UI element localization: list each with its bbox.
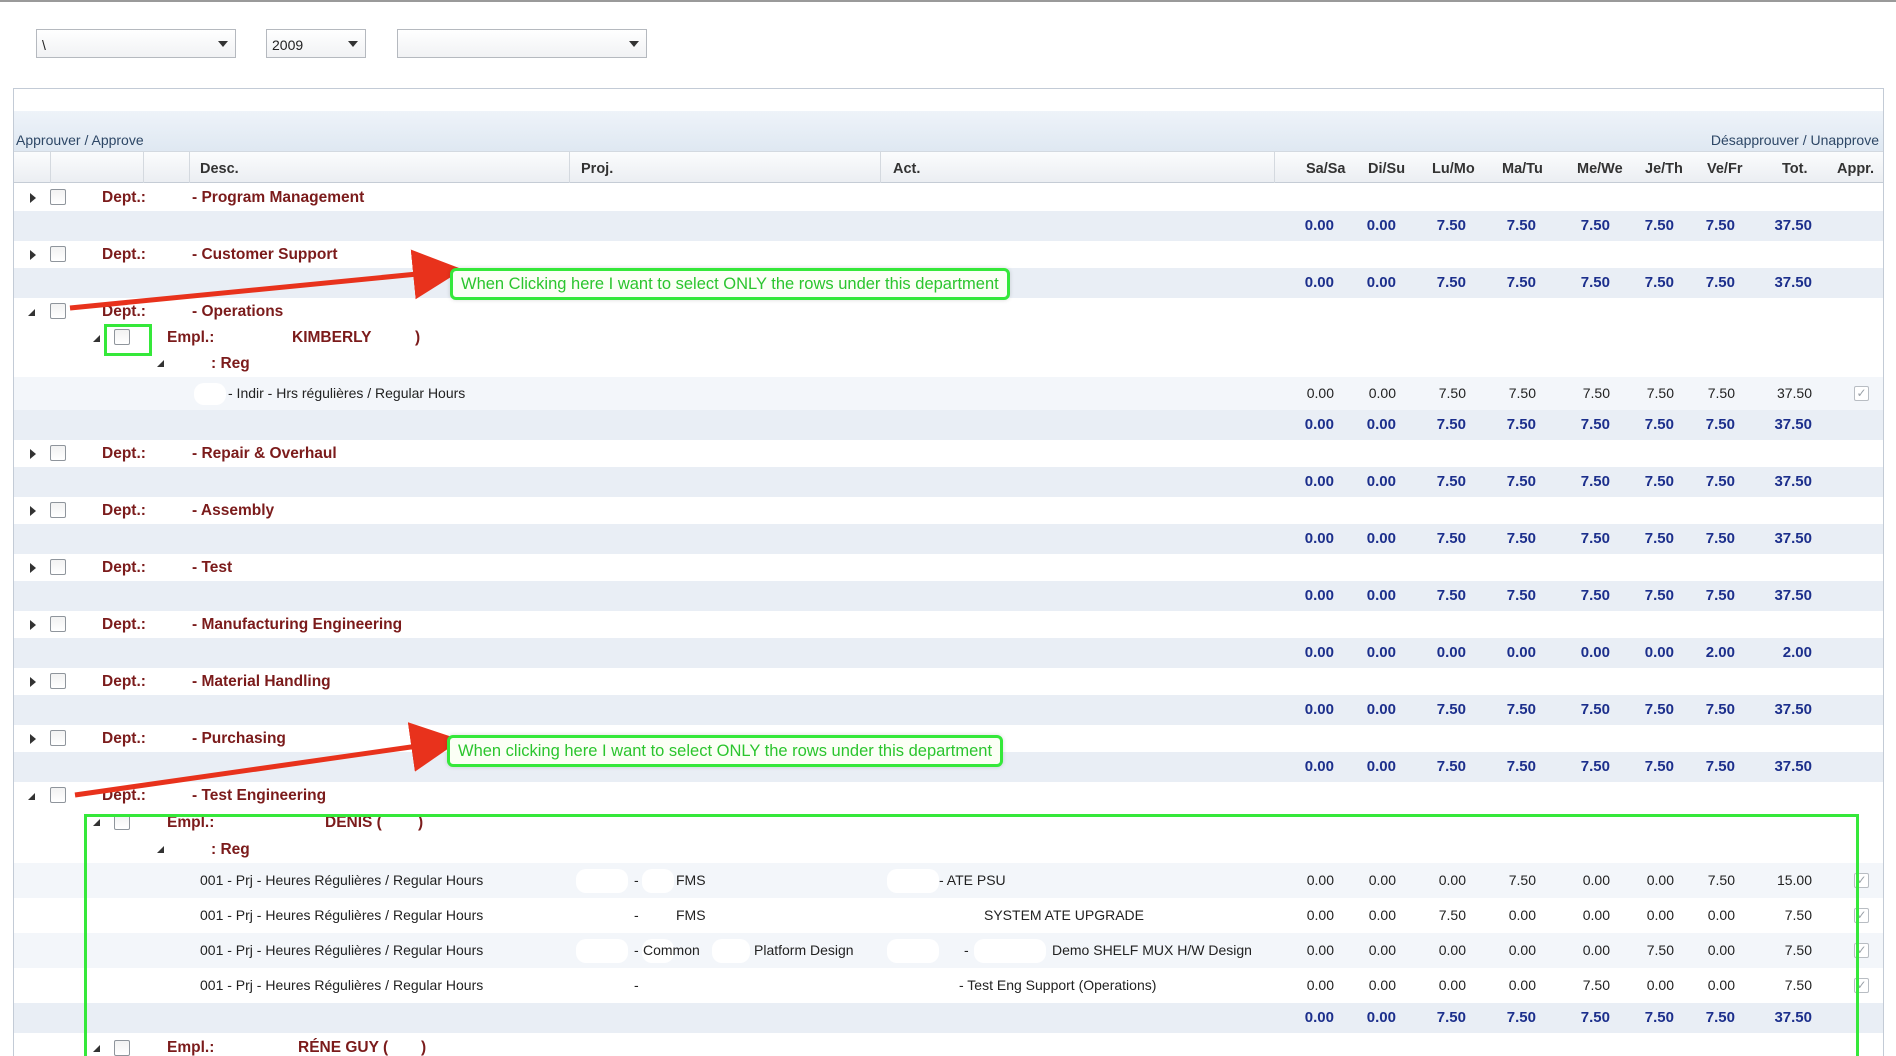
annotation-arrow-2 [74,722,461,798]
callout-purchasing: When clicking here I want to select ONLY… [447,735,1004,767]
highlight-department-rows [84,814,1859,1056]
highlight-employee-checkbox [104,324,152,356]
callout-operations: When Clicking here I want to select ONLY… [450,268,1010,300]
annotation-arrow-1 [69,249,463,311]
